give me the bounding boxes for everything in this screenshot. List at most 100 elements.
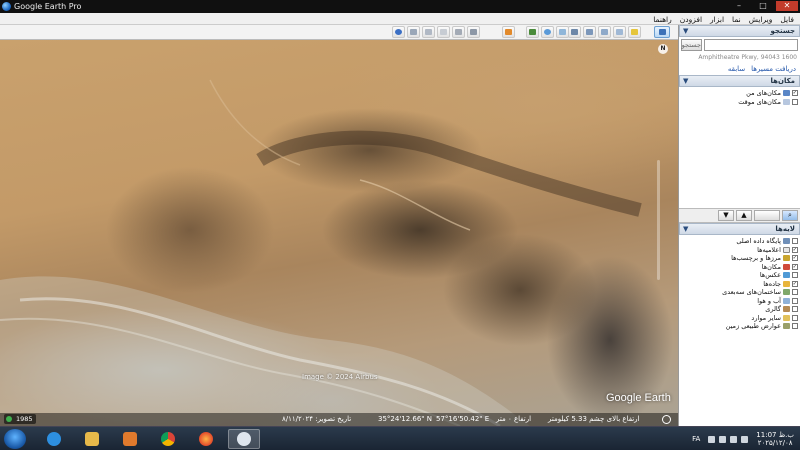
checkbox[interactable] [792, 306, 798, 313]
places-item-my-places[interactable]: ✓ مکان‌های من [681, 89, 798, 98]
chrome-icon[interactable] [152, 429, 184, 449]
imagery-year-badge[interactable]: 1985 [4, 414, 36, 424]
sunlight-icon[interactable] [541, 26, 554, 38]
email-icon[interactable] [437, 26, 450, 38]
layer-item[interactable]: پایگاه داده اصلی [681, 237, 798, 246]
window-controls: – □ ✕ [728, 1, 798, 11]
menu-add[interactable]: افزودن [680, 15, 702, 24]
places-icon [783, 263, 790, 270]
record-tour-icon[interactable] [568, 26, 581, 38]
internet-explorer-icon[interactable] [38, 429, 70, 449]
terrain-texture [0, 79, 642, 426]
zoom-slider[interactable] [657, 160, 660, 280]
sidebar: جستجو ▼ جستجو Amphitheatre Pkwy, 94043 1… [678, 25, 800, 426]
sun-icon[interactable] [392, 26, 405, 38]
firefox-icon[interactable] [190, 429, 222, 449]
menu-help[interactable]: راهنما [653, 15, 672, 24]
notice-icon [783, 246, 790, 253]
overlay-icon[interactable] [583, 26, 596, 38]
menu-tools[interactable]: ابزار [710, 15, 724, 24]
layer-item[interactable]: ✓ جاده‌ها [681, 280, 798, 289]
layers-panel-header[interactable]: لایه‌ها ▼ [679, 223, 800, 235]
layer-item[interactable]: ✓ مکان‌ها [681, 263, 798, 272]
search-row: جستجو [679, 37, 800, 54]
network-icon[interactable] [730, 435, 738, 443]
layer-item[interactable]: سایر موارد [681, 314, 798, 323]
checkbox[interactable]: ✓ [792, 255, 798, 262]
places-nav-row: ⌕ ▲ ▼ [679, 209, 800, 223]
google-earth-icon [2, 2, 11, 11]
layer-item[interactable]: عکس‌ها [681, 271, 798, 280]
checkbox[interactable] [792, 98, 798, 105]
tab-history[interactable]: سابقه [728, 65, 745, 73]
layer-item[interactable]: گالری [681, 305, 798, 314]
checkbox[interactable] [792, 314, 798, 321]
google-earth-task-icon[interactable] [228, 429, 260, 449]
places-item-temporary[interactable]: مکان‌های موقت [681, 98, 798, 107]
checkbox[interactable] [792, 297, 798, 304]
search-panel-header[interactable]: جستجو ▼ [679, 25, 800, 37]
checkbox[interactable]: ✓ [792, 90, 798, 97]
tab-directions[interactable]: دریافت مسیرها [751, 65, 796, 73]
start-button[interactable] [4, 429, 26, 449]
maps-icon[interactable] [502, 26, 515, 38]
placemark-icon[interactable] [628, 26, 641, 38]
menu-edit[interactable]: ویرایش [749, 15, 773, 24]
clock[interactable]: 11:07 ب.ظ ۲۰۲۵/۱۲/۰۸ [756, 431, 794, 447]
checkbox[interactable]: ✓ [792, 246, 798, 253]
layer-item[interactable]: ✓ مرزها و برچسب‌ها [681, 254, 798, 263]
checkbox[interactable]: ✓ [792, 280, 798, 287]
collapse-arrow-icon[interactable]: ▼ [683, 224, 688, 234]
sidebar-toggle-icon[interactable] [654, 26, 670, 38]
save-image-icon[interactable] [467, 26, 480, 38]
layer-item[interactable]: عوارض طبیعی زمین [681, 322, 798, 331]
tree-item-label: عوارض طبیعی زمین [725, 322, 781, 331]
move-up-button[interactable]: ▲ [736, 210, 752, 221]
places-panel-header[interactable]: مکان‌ها ▼ [679, 75, 800, 87]
search-tabs: دریافت مسیرها سابقه [679, 64, 800, 75]
file-explorer-icon[interactable] [76, 429, 108, 449]
flag-icon[interactable] [719, 435, 727, 443]
close-button[interactable]: ✕ [776, 1, 798, 11]
map-view[interactable]: N Image © 2024 Airbus Google Earth تاریخ… [0, 40, 678, 426]
media-player-icon[interactable] [114, 429, 146, 449]
tree-item-label: سایر موارد [751, 313, 781, 322]
checkbox[interactable] [792, 272, 798, 279]
layer-item[interactable]: آب و هوا [681, 297, 798, 306]
menu-file[interactable]: فایل [780, 15, 794, 24]
layer-item[interactable]: ساختمان‌های سه‌بعدی [681, 288, 798, 297]
search-places-button[interactable]: ⌕ [782, 210, 798, 221]
volume-icon[interactable] [741, 435, 749, 443]
collapse-arrow-icon[interactable]: ▼ [683, 76, 688, 86]
places-filter-input[interactable] [754, 210, 780, 221]
minimize-button[interactable]: – [728, 1, 750, 11]
photo-icon[interactable] [407, 26, 420, 38]
checkbox[interactable] [792, 289, 798, 296]
places-tree: ✓ مکان‌های من مکان‌های موقت [679, 87, 800, 209]
collapse-arrow-icon[interactable]: ▼ [683, 26, 688, 36]
search-input[interactable] [704, 39, 798, 51]
database-icon [783, 238, 790, 245]
layers-tree: پایگاه داده اصلی ✓ اعلامیه‌ها ✓ مرزها و … [679, 235, 800, 333]
checkbox[interactable] [792, 238, 798, 245]
checkbox[interactable]: ✓ [792, 263, 798, 270]
search-button[interactable]: جستجو [680, 39, 702, 51]
photos-icon [783, 272, 790, 279]
layer-item[interactable]: ✓ اعلامیه‌ها [681, 246, 798, 255]
system-tray: FA 11:07 ب.ظ ۲۰۲۵/۱۲/۰۸ [692, 429, 794, 449]
taskbar-apps [38, 429, 260, 449]
print-icon[interactable] [452, 26, 465, 38]
language-indicator[interactable]: FA [692, 435, 700, 443]
ruler-icon[interactable] [422, 26, 435, 38]
checkbox[interactable] [792, 323, 798, 330]
status-bar: تاریخ تصویر: ۸/۱۱/۲۰۲۴ 35°24'12.66" N 57… [0, 413, 678, 426]
compass-icon[interactable]: N [658, 44, 668, 54]
planets-icon[interactable] [526, 26, 539, 38]
arrow-up-icon[interactable] [708, 435, 716, 443]
maximize-button[interactable]: □ [752, 1, 774, 11]
path-icon[interactable] [598, 26, 611, 38]
tree-item-label: مکان‌های من [746, 89, 781, 98]
polygon-icon[interactable] [613, 26, 626, 38]
menu-view[interactable]: نما [732, 15, 741, 24]
move-down-button[interactable]: ▼ [718, 210, 734, 221]
